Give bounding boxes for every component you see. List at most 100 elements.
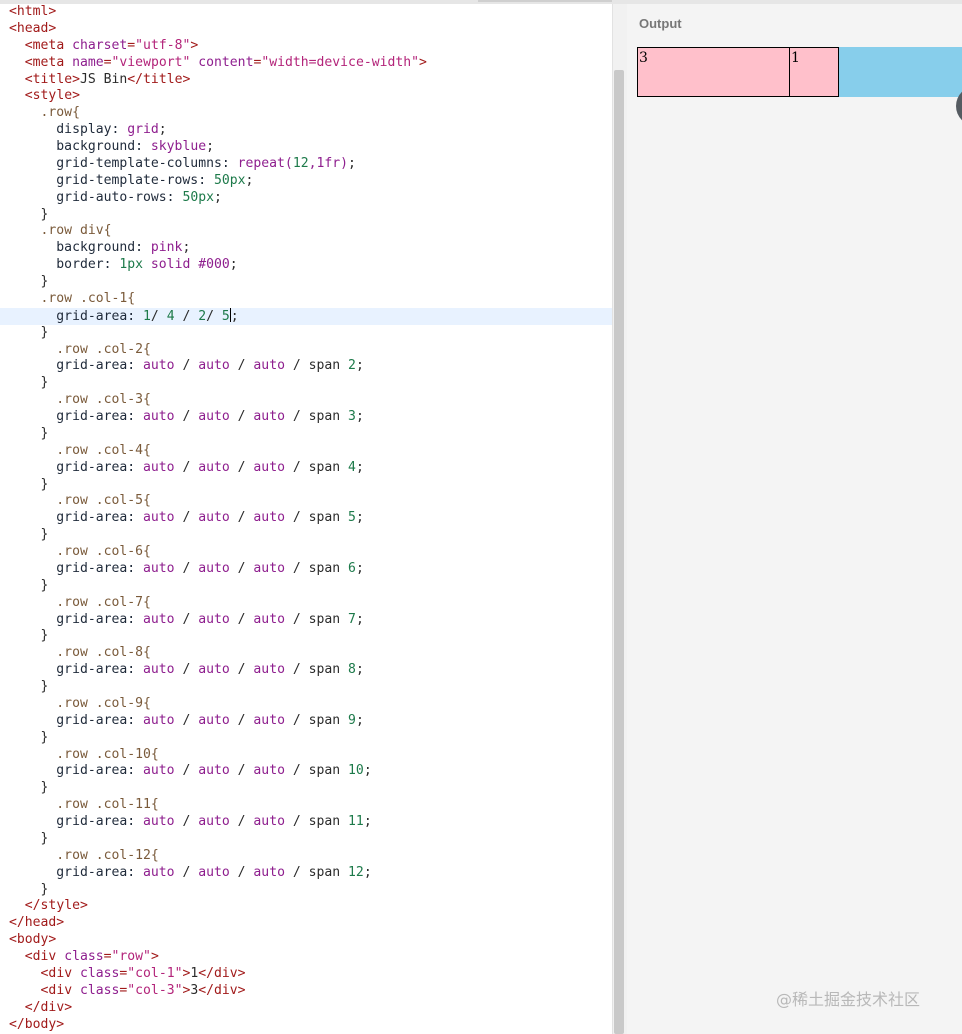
code-line[interactable]: grid-template-columns: repeat(12,1fr); [0,156,612,173]
code-line[interactable]: grid-area: auto / auto / auto / span 11; [0,814,612,831]
code-line[interactable]: } [0,730,612,747]
code-token: / [174,308,199,324]
code-line[interactable]: } [0,780,612,797]
code-line[interactable]: .row .col-9{ [0,696,612,713]
code-line[interactable]: } [0,831,612,848]
code-line[interactable]: .row .col-3{ [0,392,612,409]
code-token: 12 [292,155,309,171]
code-line[interactable]: .row div{ [0,223,612,240]
code-token: auto [198,611,230,627]
code-line[interactable]: } [0,274,612,291]
code-line[interactable]: grid-area: 1/ 4 / 2/ 5; [0,307,612,325]
code-line[interactable]: <div class="row"> [0,949,612,966]
code-token: 5 [348,510,356,526]
code-token: .row .col-5{ [9,493,151,509]
code-line[interactable]: <div class="col-3">3</div> [0,983,612,1000]
code-line[interactable]: } [0,679,612,696]
code-line[interactable]: grid-area: auto / auto / auto / span 3; [0,409,612,426]
code-token: / span [284,358,349,374]
code-line[interactable]: .row .col-11{ [0,797,612,814]
code-token: <meta [24,37,73,53]
code-line[interactable]: border: 1px solid #000; [0,257,612,274]
code-token: auto [253,814,285,829]
code-token: </style> [24,898,88,914]
code-token: name [72,54,104,70]
code-line[interactable]: grid-area: auto / auto / auto / span 8; [0,662,612,679]
code-line[interactable]: .row .col-1{ [0,291,612,308]
code-line[interactable]: background: skyblue; [0,139,612,156]
code-line[interactable]: } [0,375,612,392]
code-token: class [64,949,104,964]
code-editor[interactable]: <html> <head> <meta charset="utf-8"> <met… [0,4,612,1034]
code-token: class [79,965,120,981]
code-line[interactable]: grid-area: auto / auto / auto / span 9; [0,713,612,730]
code-line[interactable]: </div> [0,1000,612,1017]
code-line[interactable]: } [0,477,612,494]
code-token: grid-area: [9,611,144,627]
watermark: @稀土掘金技术社区 [776,990,921,1009]
code-line[interactable]: <style> [0,88,612,105]
editor-scrollbar-thumb[interactable] [614,70,624,1034]
code-token: auto [143,510,175,526]
code-line[interactable]: grid-template-rows: 50px; [0,173,612,190]
code-line[interactable]: grid-area: auto / auto / auto / span 2; [0,358,612,375]
code-line[interactable]: } [0,325,612,342]
code-line[interactable]: background: pink; [0,240,612,257]
code-line[interactable]: .row{ [0,105,612,122]
code-line[interactable]: } [0,628,612,645]
code-line[interactable]: .row .col-10{ [0,747,612,764]
code-token: ; [158,122,167,138]
code-line[interactable]: </style> [0,898,612,915]
code-line[interactable]: .row .col-6{ [0,544,612,561]
code-token: auto [143,814,175,829]
code-line[interactable]: } [0,882,612,899]
code-token: ; [348,155,356,171]
code-token: / [229,814,254,829]
code-line[interactable]: grid-area: auto / auto / auto / span 10; [0,763,612,780]
code-token: grid-area: [9,409,144,424]
code-line[interactable]: .row .col-5{ [0,493,612,510]
code-line[interactable]: <head> [0,21,612,38]
code-line[interactable]: <html> [0,4,612,21]
code-token: ; [355,560,364,576]
code-line[interactable]: grid-auto-rows: 50px; [0,190,612,207]
code-token: / [229,510,254,526]
code-token: = [103,949,112,964]
code-token: auto [198,459,230,475]
code-line[interactable]: grid-area: auto / auto / auto / span 6; [0,561,612,578]
code-line[interactable]: <title>JS Bin</title> [0,72,612,89]
code-token: "row" [111,949,151,964]
code-line[interactable]: } [0,527,612,544]
code-line[interactable]: .row .col-4{ [0,443,612,460]
code-token: <div [40,965,80,981]
code-token: / span [284,510,349,526]
code-line[interactable]: } [0,426,612,443]
code-token: / span [284,864,349,880]
code-line[interactable]: <body> [0,932,612,949]
code-token: auto [143,560,175,576]
code-token: ,1fr) [308,155,349,171]
code-line[interactable]: display: grid; [0,122,612,139]
code-line[interactable]: grid-area: auto / auto / auto / span 12; [0,865,612,882]
code-line[interactable]: grid-area: auto / auto / auto / span 5; [0,510,612,527]
code-line[interactable]: .row .col-8{ [0,645,612,662]
code-token: "width=device-width" [261,54,420,70]
code-token: } [9,729,49,745]
code-line[interactable]: </body> [0,1017,612,1034]
code-line[interactable]: grid-area: auto / auto / auto / span 7; [0,612,612,629]
code-line[interactable]: </head> [0,915,612,932]
code-token: border: [9,257,120,273]
code-line[interactable]: <meta charset="utf-8"> [0,38,612,55]
code-line[interactable]: } [0,207,612,224]
code-line[interactable]: } [0,578,612,595]
code-line[interactable]: .row .col-2{ [0,342,612,359]
code-line[interactable]: <div class="col-1">1</div> [0,966,612,983]
code-line[interactable]: .row .col-12{ [0,848,612,865]
grid-cell-col-3: 3 [637,47,791,97]
code-lines[interactable]: <html> <head> <meta charset="utf-8"> <met… [0,4,612,1033]
code-line[interactable]: .row .col-7{ [0,595,612,612]
code-line[interactable]: grid-area: auto / auto / auto / span 4; [0,460,612,477]
code-line[interactable]: <meta name="viewport" content="width=dev… [0,55,612,72]
